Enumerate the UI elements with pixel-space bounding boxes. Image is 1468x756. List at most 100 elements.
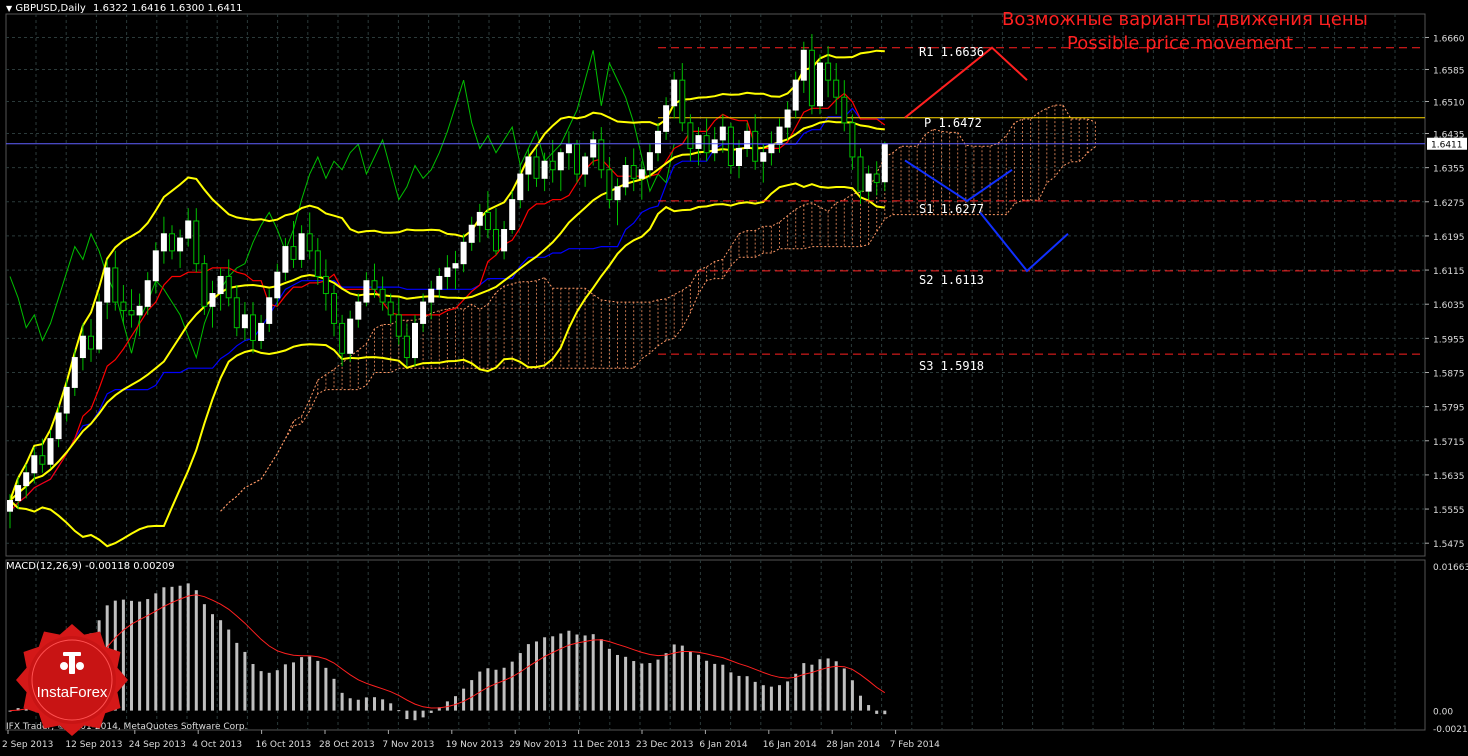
candle-body: [517, 173, 524, 201]
candle-body: [128, 310, 135, 316]
macd-bar: [397, 710, 401, 712]
candle-body: [136, 305, 143, 316]
candle-body: [825, 62, 832, 81]
candle-body: [96, 301, 103, 350]
candle-body: [565, 143, 572, 154]
macd-tick-label: 0.01663: [1433, 563, 1468, 573]
pivot-levels: [658, 47, 1425, 355]
macd-bar: [502, 667, 506, 711]
macd-bar: [818, 659, 822, 711]
time-axis: 2 Sep 2013 12 Sep 2013 24 Sep 2013 4 Oct 20…: [2, 730, 940, 750]
macd-bar: [405, 710, 409, 720]
candle-body: [47, 438, 54, 465]
candle-body: [339, 322, 346, 354]
macd-bar: [275, 670, 279, 711]
symbol-dropdown-icon[interactable]: ▼: [6, 4, 12, 13]
time-tick-label: 19 Nov 2013: [446, 740, 504, 750]
candle-body: [387, 301, 394, 316]
macd-bar: [202, 604, 206, 711]
price-chart-svg[interactable]: 1.66601.65851.65101.64351.63551.62751.61…: [0, 0, 1468, 752]
macd-bar: [810, 664, 814, 711]
macd-bar: [243, 651, 247, 711]
candle-body: [865, 173, 872, 192]
candle-body: [817, 62, 823, 107]
candle-body: [873, 173, 880, 184]
candle-body: [630, 165, 637, 179]
macd-bar: [389, 703, 393, 711]
macd-bar: [413, 710, 417, 721]
candle-body: [476, 211, 483, 226]
macd-bar: [834, 661, 838, 711]
price-tick-label: 1.5715: [1433, 438, 1465, 448]
candle-body: [23, 472, 30, 487]
macd-bar: [373, 697, 376, 711]
macd-bar: [794, 673, 798, 711]
candle-body: [760, 152, 767, 162]
ohlc-readout: 1.6322 1.6416 1.6300 1.6411: [93, 3, 243, 14]
time-tick-label: 7 Feb 2014: [890, 740, 941, 750]
macd-bar: [381, 699, 385, 711]
grid-layer: [5, 13, 1426, 731]
candle-body: [403, 335, 410, 359]
macd-bar: [672, 644, 676, 711]
macd-bar: [526, 644, 530, 711]
candle-body: [7, 500, 13, 512]
bollinger-lower: [9, 182, 885, 548]
candle-body: [509, 199, 516, 231]
candle-body: [557, 152, 564, 171]
candle-body: [493, 229, 499, 252]
time-tick-label: 16 Oct 2013: [256, 740, 312, 750]
level-label-s3: S3 1.5918: [919, 359, 985, 373]
time-tick-label: 2 Sep 2013: [2, 740, 53, 750]
time-tick-label: 23 Dec 2013: [636, 740, 694, 750]
macd-bar: [761, 685, 765, 711]
candle-body: [428, 288, 435, 303]
candle-body: [549, 160, 556, 171]
candle-body: [460, 241, 467, 265]
macd-bar: [518, 653, 522, 711]
candle-body: [436, 275, 443, 290]
macd-bar: [356, 699, 360, 711]
macd-bar: [567, 630, 571, 711]
candle-body: [347, 318, 354, 354]
candle-body: [266, 297, 273, 324]
candle-body: [736, 147, 742, 167]
macd-bar: [713, 663, 717, 711]
macd-bar: [883, 710, 887, 715]
macd-bar: [421, 710, 425, 718]
candle-body: [282, 246, 289, 273]
candle-body: [71, 357, 78, 388]
macd-bar: [259, 671, 263, 711]
candle-body: [784, 109, 791, 128]
candle-body: [695, 135, 702, 149]
candle-body: [671, 79, 678, 107]
candle-body: [314, 250, 321, 277]
macd-bar: [219, 620, 223, 711]
macd-bar: [364, 697, 368, 711]
time-tick-label: 4 Oct 2013: [192, 740, 242, 750]
macd-bar: [348, 698, 352, 711]
candle-body: [217, 275, 224, 295]
price-tick-label: 1.6585: [1433, 66, 1465, 76]
chart-window[interactable]: 1.6660 1.6585 1.6510 1.6435 1.6355 1.6275 1.61…: [0, 0, 1468, 752]
time-tick-label: 29 Nov 2013: [509, 740, 567, 750]
candlesticks: [7, 34, 888, 529]
macd-bar: [267, 672, 271, 711]
candle-body: [379, 288, 386, 303]
price-tick-label: 1.6355: [1433, 165, 1465, 175]
candle-body: [412, 322, 418, 359]
macd-bar: [875, 710, 879, 714]
price-tick-label: 1.6195: [1433, 233, 1465, 243]
macd-tick-label: 0.00: [1433, 708, 1453, 718]
price-tick-label: 1.6275: [1433, 199, 1465, 209]
candle-body: [841, 96, 848, 124]
macd-bar: [802, 663, 806, 711]
candle-body: [484, 211, 491, 231]
price-tick-label: 1.5875: [1433, 369, 1465, 379]
macd-bar: [551, 636, 555, 711]
macd-bar: [616, 654, 619, 711]
candle-body: [15, 485, 22, 502]
macd-bar: [745, 676, 749, 711]
price-tick-label: 1.5635: [1433, 472, 1465, 482]
macd-bar: [194, 590, 198, 711]
